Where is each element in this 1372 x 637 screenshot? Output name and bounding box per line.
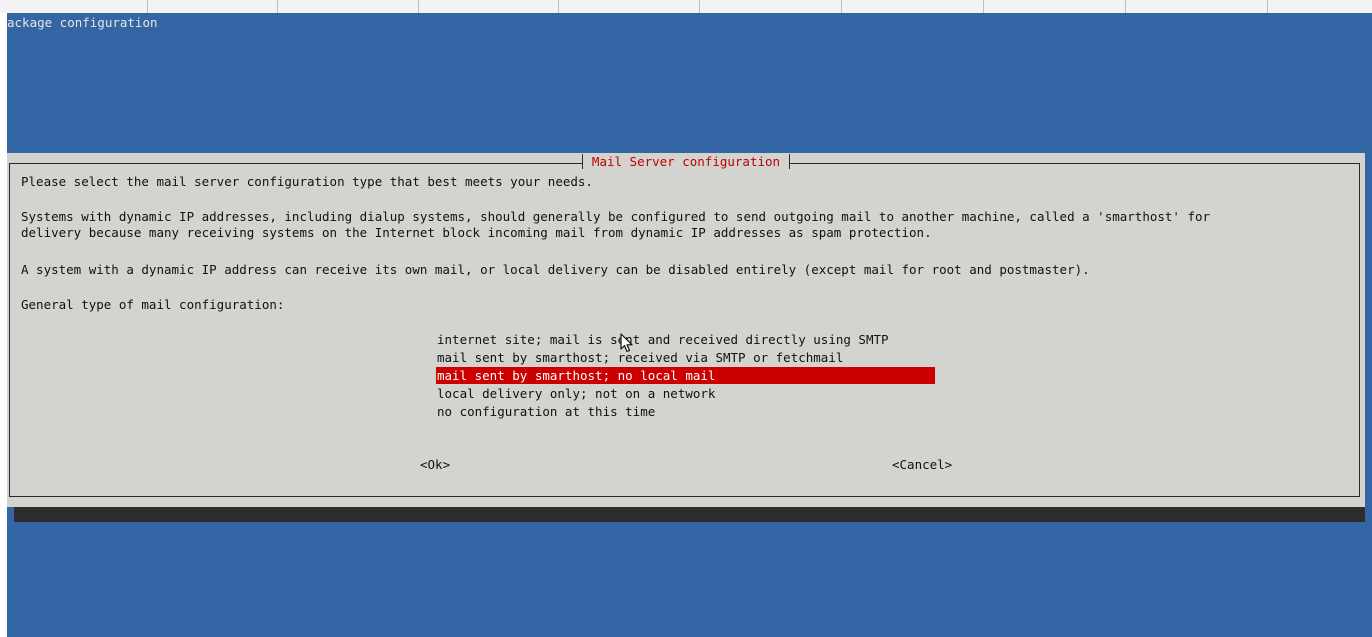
column-separator [147,0,148,13]
mail-config-dialog: Mail Server configuration Please select … [7,153,1365,507]
menu-item-smarthost-smtp[interactable]: mail sent by smarthost; received via SMT… [436,349,935,366]
window-top-strip [0,0,1372,14]
window-left-gap [0,13,7,637]
prompt-text: Please select the mail server configurat… [21,174,593,189]
description-line: delivery because many receiving systems … [21,225,932,240]
menu-item-internet-site[interactable]: internet site; mail is sent and received… [436,331,935,348]
column-separator [558,0,559,13]
mouse-pointer-icon [620,333,633,353]
column-separator [699,0,700,13]
column-separator [841,0,842,13]
menu-item-local-only[interactable]: local delivery only; not on a network [436,385,935,402]
cancel-button[interactable]: <Cancel> [892,457,952,472]
column-separator [1125,0,1126,13]
ok-button[interactable]: <Ok> [420,457,450,472]
description-line: A system with a dynamic IP address can r… [21,262,1090,277]
dialog-title-wrap: Mail Server configuration [7,154,1365,169]
dialog-shadow [14,507,1365,522]
back-title: ackage configuration [7,15,158,30]
menu-item-smarthost-no-local[interactable]: mail sent by smarthost; no local mail [436,367,935,384]
menu-prompt: General type of mail configuration: [21,297,285,312]
column-separator [277,0,278,13]
description-line: Systems with dynamic IP addresses, inclu… [21,209,1211,224]
dialog-title: Mail Server configuration [581,154,791,169]
column-separator [983,0,984,13]
terminal-screen: ackage configuration Mail Server configu… [7,13,1372,637]
column-separator [1267,0,1268,13]
menu-item-no-configuration[interactable]: no configuration at this time [436,403,935,420]
column-separator [418,0,419,13]
